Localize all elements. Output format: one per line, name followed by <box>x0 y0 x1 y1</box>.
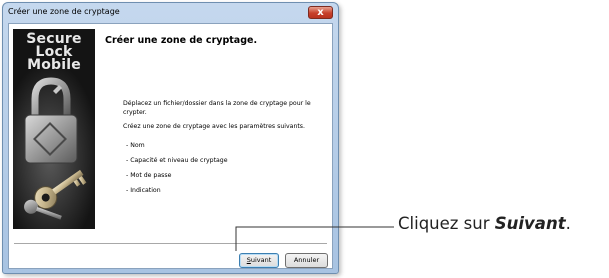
callout-pointer-line <box>235 226 394 251</box>
callout-suffix: . <box>565 214 571 233</box>
callout-instruction: Cliquez sur Suivant. <box>398 214 571 233</box>
callout-prefix: Cliquez sur <box>398 214 495 233</box>
callout-emphasis: Suivant <box>494 214 566 233</box>
